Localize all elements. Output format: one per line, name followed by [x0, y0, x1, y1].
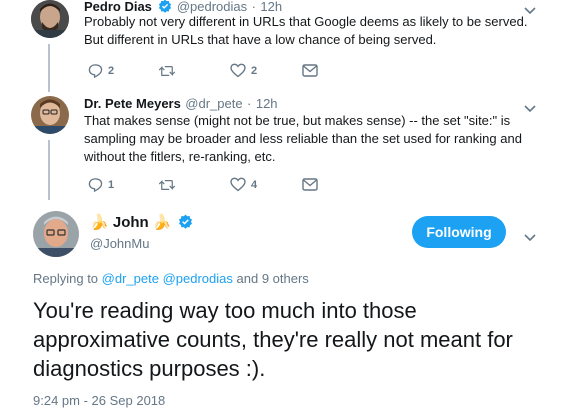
- main-tweet-text: You're reading way too much into those a…: [33, 298, 513, 381]
- display-name[interactable]: Dr. Pete Meyers: [84, 96, 181, 111]
- display-name-row[interactable]: 🍌 John 🍌: [90, 213, 193, 233]
- mention-link[interactable]: @dr_pete: [102, 271, 159, 286]
- reply-icon: [88, 177, 103, 192]
- reply-button[interactable]: 2: [88, 63, 158, 78]
- replying-suffix[interactable]: and 9 others: [237, 271, 309, 286]
- envelope-icon: [302, 178, 318, 191]
- direct-message-button[interactable]: [302, 178, 318, 191]
- tweet-timestamp[interactable]: 9:24 pm - 26 Sep 2018: [33, 393, 165, 408]
- retweet-button[interactable]: [158, 64, 230, 78]
- display-name[interactable]: Pedro Dias: [84, 0, 152, 14]
- following-button[interactable]: Following: [412, 216, 506, 248]
- timestamp[interactable]: 12h: [256, 96, 278, 111]
- reply-icon: [88, 63, 103, 78]
- like-count: 4: [251, 178, 258, 191]
- handle[interactable]: @pedrodias: [177, 0, 247, 14]
- replying-prefix: Replying to: [33, 271, 99, 286]
- reply-count: 1: [108, 178, 115, 191]
- like-button[interactable]: 4: [230, 177, 302, 192]
- like-count: 2: [251, 64, 258, 77]
- avatar[interactable]: [31, 96, 69, 134]
- banana-emoji-icon: 🍌: [90, 214, 109, 231]
- display-name[interactable]: John: [113, 214, 149, 231]
- retweet-icon: [158, 178, 176, 192]
- direct-message-button[interactable]: [302, 64, 318, 77]
- tweet-header: Dr. Pete Meyers @dr_pete · 12h: [84, 95, 278, 113]
- tweet-actions: 1 4: [88, 177, 318, 192]
- thread-line: [48, 140, 50, 200]
- avatar[interactable]: [33, 211, 79, 257]
- avatar[interactable]: [31, 0, 69, 38]
- timestamp[interactable]: 12h: [260, 0, 282, 14]
- thread-line: [48, 44, 50, 92]
- mention-link[interactable]: @pedrodias: [163, 271, 233, 286]
- tweet-actions: 2 2: [88, 63, 318, 78]
- heart-icon: [230, 177, 246, 192]
- separator: ·: [247, 96, 252, 111]
- chevron-down-icon[interactable]: [524, 229, 536, 247]
- tweet-text: That makes sense (might not be true, but…: [84, 113, 522, 164]
- replying-to: Replying to @dr_pete @pedrodias and 9 ot…: [33, 271, 309, 286]
- handle[interactable]: @JohnMu: [90, 236, 149, 251]
- retweet-button[interactable]: [158, 178, 230, 192]
- reply-button[interactable]: 1: [88, 177, 158, 192]
- envelope-icon: [302, 64, 318, 77]
- tweet-text: Probably not very different in URLs that…: [84, 14, 528, 47]
- reply-count: 2: [108, 64, 115, 77]
- retweet-icon: [158, 64, 176, 78]
- handle[interactable]: @dr_pete: [185, 96, 242, 111]
- like-button[interactable]: 2: [230, 63, 302, 78]
- verified-badge-icon: [178, 214, 193, 233]
- heart-icon: [230, 63, 246, 78]
- separator: ·: [251, 0, 256, 14]
- banana-emoji-icon: 🍌: [152, 214, 172, 231]
